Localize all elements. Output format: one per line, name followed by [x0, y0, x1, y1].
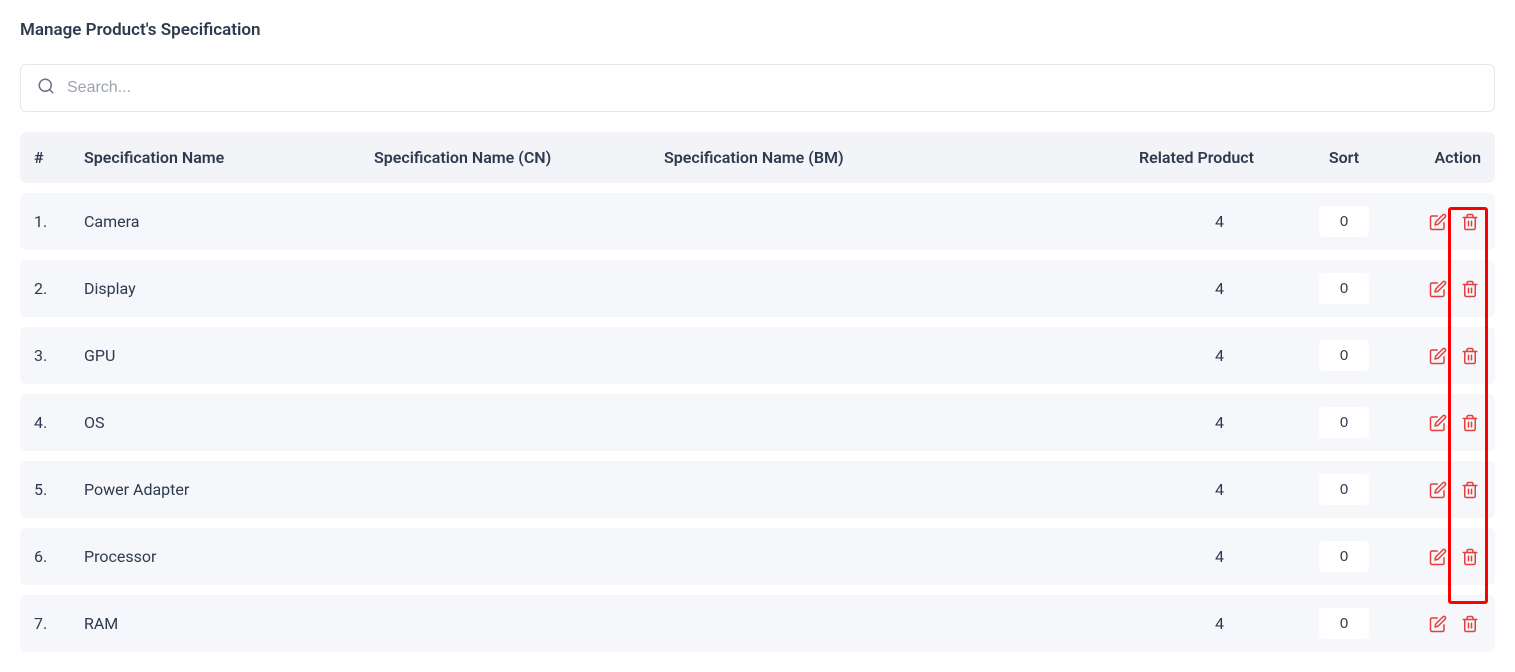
delete-button[interactable] [1459, 479, 1481, 501]
sort-input[interactable] [1319, 608, 1369, 639]
page-title: Manage Product's Specification [20, 20, 1495, 40]
trash-icon [1461, 615, 1479, 633]
edit-icon [1429, 347, 1447, 365]
table-row: 2.Display 4 [20, 260, 1495, 317]
td-related: 4 [1014, 547, 1264, 566]
td-num: 7. [34, 614, 84, 633]
table-row: 3.GPU 4 [20, 327, 1495, 384]
td-action [1424, 345, 1481, 367]
td-sort [1264, 340, 1424, 371]
sort-input[interactable] [1319, 273, 1369, 304]
table-row: 1.Camera 4 [20, 193, 1495, 250]
td-related: 4 [1014, 212, 1264, 231]
td-num: 5. [34, 480, 84, 499]
td-num: 4. [34, 413, 84, 432]
td-related: 4 [1014, 346, 1264, 365]
edit-button[interactable] [1427, 613, 1449, 635]
td-sort [1264, 407, 1424, 438]
edit-icon [1429, 548, 1447, 566]
th-num: # [34, 148, 84, 167]
edit-button[interactable] [1427, 278, 1449, 300]
th-name-bm: Specification Name (BM) [664, 148, 1014, 167]
td-num: 1. [34, 212, 84, 231]
td-sort [1264, 206, 1424, 237]
td-name: Display [84, 279, 374, 298]
td-action [1424, 479, 1481, 501]
edit-button[interactable] [1427, 546, 1449, 568]
table-row: 5.Power Adapter 4 [20, 461, 1495, 518]
td-related: 4 [1014, 480, 1264, 499]
td-name: Processor [84, 547, 374, 566]
sort-input[interactable] [1319, 206, 1369, 237]
search-icon [37, 77, 55, 99]
trash-icon [1461, 280, 1479, 298]
sort-input[interactable] [1319, 407, 1369, 438]
td-num: 2. [34, 279, 84, 298]
td-sort [1264, 273, 1424, 304]
td-sort [1264, 608, 1424, 639]
table-header: # Specification Name Specification Name … [20, 132, 1495, 183]
edit-button[interactable] [1427, 345, 1449, 367]
page-container: Manage Product's Specification # Specifi… [20, 20, 1495, 652]
sort-input[interactable] [1319, 340, 1369, 371]
trash-icon [1461, 414, 1479, 432]
edit-icon [1429, 615, 1447, 633]
edit-button[interactable] [1427, 412, 1449, 434]
th-related: Related Product [1014, 148, 1264, 167]
trash-icon [1461, 347, 1479, 365]
td-num: 3. [34, 346, 84, 365]
td-action [1424, 278, 1481, 300]
td-num: 6. [34, 547, 84, 566]
delete-button[interactable] [1459, 211, 1481, 233]
delete-button[interactable] [1459, 278, 1481, 300]
edit-icon [1429, 481, 1447, 499]
td-action [1424, 546, 1481, 568]
table-row: 7.RAM 4 [20, 595, 1495, 652]
td-name: Power Adapter [84, 480, 374, 499]
edit-icon [1429, 213, 1447, 231]
th-name: Specification Name [84, 148, 374, 167]
sort-input[interactable] [1319, 474, 1369, 505]
td-sort [1264, 541, 1424, 572]
td-related: 4 [1014, 614, 1264, 633]
delete-button[interactable] [1459, 345, 1481, 367]
trash-icon [1461, 213, 1479, 231]
delete-button[interactable] [1459, 412, 1481, 434]
td-related: 4 [1014, 413, 1264, 432]
delete-button[interactable] [1459, 613, 1481, 635]
trash-icon [1461, 548, 1479, 566]
th-name-cn: Specification Name (CN) [374, 148, 664, 167]
td-name: Camera [84, 212, 374, 231]
td-name: RAM [84, 614, 374, 633]
td-action [1424, 412, 1481, 434]
td-action [1424, 613, 1481, 635]
edit-icon [1429, 414, 1447, 432]
delete-button[interactable] [1459, 546, 1481, 568]
sort-input[interactable] [1319, 541, 1369, 572]
trash-icon [1461, 481, 1479, 499]
table-row: 6.Processor 4 [20, 528, 1495, 585]
spec-table: # Specification Name Specification Name … [20, 132, 1495, 652]
search-wrap [20, 64, 1495, 112]
edit-button[interactable] [1427, 479, 1449, 501]
edit-button[interactable] [1427, 211, 1449, 233]
td-sort [1264, 474, 1424, 505]
table-row: 4.OS 4 [20, 394, 1495, 451]
th-action: Action [1424, 148, 1481, 167]
edit-icon [1429, 280, 1447, 298]
search-input[interactable] [67, 79, 1478, 97]
td-name: GPU [84, 346, 374, 365]
td-action [1424, 211, 1481, 233]
td-related: 4 [1014, 279, 1264, 298]
td-name: OS [84, 413, 374, 432]
th-sort: Sort [1264, 148, 1424, 167]
